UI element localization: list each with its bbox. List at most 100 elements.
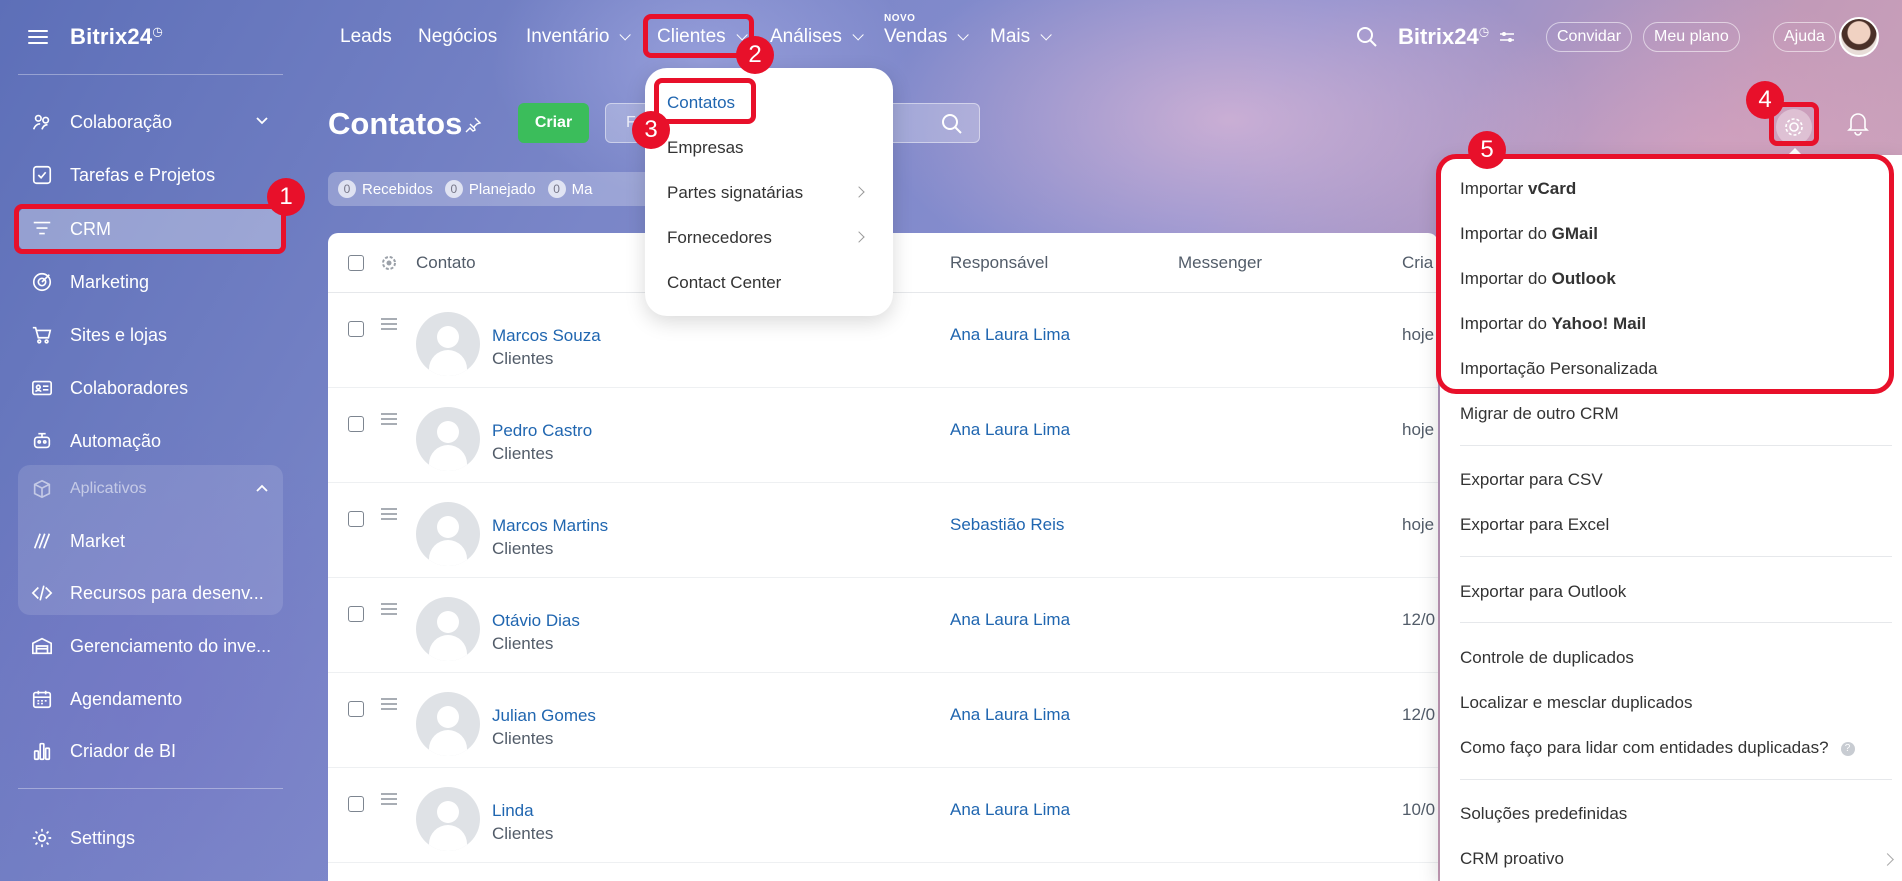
table-row[interactable]: Pedro Castro Clientes Ana Laura Lima hoj… [328,388,1438,483]
sidebar-item-sites[interactable]: Sites e lojas [18,313,283,357]
contact-type: Clientes [492,729,554,748]
contact-name[interactable]: Linda [492,801,534,821]
sidebar-item-tasks[interactable]: Tarefas e Projetos [18,153,283,197]
contact-name[interactable]: Otávio Dias [492,611,580,631]
sidebar-item-label: Criador de BI [70,740,177,761]
sidebar-item-apps[interactable]: Aplicativos [18,467,283,511]
chevron-down-icon[interactable] [255,114,269,128]
annotation-badge-4: 4 [1746,81,1784,119]
menu-item-signatory-parties[interactable]: Partes signatárias [667,183,803,203]
nav-inventory[interactable]: Inventário [526,26,632,48]
sidebar-item-scheduling[interactable]: Agendamento [18,677,283,721]
contact-type: Clientes [492,824,554,843]
menu-item-preset-solutions[interactable]: Soluções predefinidas [1460,804,1627,824]
new-badge: NOVO [884,13,916,24]
responsible-link[interactable]: Ana Laura Lima [950,705,1070,725]
annotation-badge-5: 5 [1468,131,1506,169]
counter-received[interactable]: 0 Recebidos [338,180,433,198]
settings-sliders-icon [1500,32,1515,42]
contact-name[interactable]: Marcos Souza [492,326,601,346]
drag-handle-icon[interactable] [381,413,397,428]
sidebar-item-automation[interactable]: Automação [18,419,283,463]
drag-handle-icon[interactable] [381,318,397,333]
sidebar-item-collaboration[interactable]: Colaboração [18,100,283,144]
search-icon[interactable] [941,113,963,135]
sidebar-item-bi-builder[interactable]: Criador de BI [18,729,283,773]
app-logo[interactable]: Bitrix24◷ [70,24,163,50]
sidebar-item-label: Recursos para desenv... [70,582,264,603]
row-checkbox[interactable] [348,416,364,432]
row-checkbox[interactable] [348,511,364,527]
menu-item-proactive-crm[interactable]: CRM proativo [1460,849,1564,869]
column-contact[interactable]: Contato [416,253,476,273]
contact-type: Clientes [492,634,554,653]
table-row[interactable]: Linda Clientes Ana Laura Lima 10/0 [328,768,1438,863]
responsible-link[interactable]: Ana Laura Lima [950,800,1070,820]
menu-item-export-outlook[interactable]: Exportar para Outlook [1460,582,1626,602]
my-plan-button[interactable]: Meu plano [1643,22,1740,52]
code-icon [30,581,54,605]
brand-logo[interactable]: Bitrix24◷ [1398,24,1515,50]
search-icon[interactable] [1356,26,1378,48]
sidebar-item-market[interactable]: Market [18,519,283,563]
menu-item-duplicates-help[interactable]: Como faço para lidar com entidades dupli… [1460,738,1855,758]
nav-more[interactable]: Mais [990,26,1052,48]
user-avatar[interactable] [1839,17,1879,57]
menu-icon[interactable] [28,29,48,45]
table-row[interactable]: Marcos Martins Clientes Sebastião Reis h… [328,483,1438,578]
menu-item-migrate-crm[interactable]: Migrar de outro CRM [1460,404,1619,424]
bell-icon[interactable] [1846,110,1870,136]
contact-name[interactable]: Pedro Castro [492,421,592,441]
row-checkbox[interactable] [348,796,364,812]
drag-handle-icon[interactable] [381,508,397,523]
nav-analytics[interactable]: Análises [770,26,864,48]
menu-item-duplicate-control[interactable]: Controle de duplicados [1460,648,1634,668]
counter-planned[interactable]: 0 Planejado [444,180,536,198]
contact-name[interactable]: Julian Gomes [492,706,596,726]
select-all-checkbox[interactable] [348,255,364,271]
counter-more[interactable]: 0 Ma [547,180,592,198]
row-checkbox[interactable] [348,606,364,622]
create-button[interactable]: Criar [518,103,589,143]
responsible-link[interactable]: Ana Laura Lima [950,325,1070,345]
drag-handle-icon[interactable] [381,793,397,808]
menu-separator [1460,445,1892,446]
sidebar-item-label: Gerenciamento do inve... [70,635,272,656]
nav-deals[interactable]: Negócios [418,26,497,48]
responsible-link[interactable]: Ana Laura Lima [950,610,1070,630]
column-settings-gear-icon[interactable] [381,255,397,271]
table-row[interactable]: Julian Gomes Clientes Ana Laura Lima 12/… [328,673,1438,768]
invite-button[interactable]: Convidar [1546,22,1633,52]
contact-name[interactable]: Marcos Martins [492,516,608,536]
menu-item-find-merge-duplicates[interactable]: Localizar e mesclar duplicados [1460,693,1692,713]
column-messenger[interactable]: Messenger [1178,253,1262,273]
contact-avatar [416,692,480,756]
pin-icon[interactable] [464,116,482,134]
help-button[interactable]: Ajuda [1773,22,1836,52]
responsible-link[interactable]: Sebastião Reis [950,515,1064,535]
sidebar-item-employees[interactable]: Colaboradores [18,366,283,410]
contact-type: Clientes [492,444,554,463]
sidebar-divider [18,74,283,75]
menu-item-companies[interactable]: Empresas [667,138,744,158]
nav-sales[interactable]: Vendas [884,26,970,48]
sidebar-item-settings[interactable]: Settings [18,816,283,860]
menu-item-suppliers[interactable]: Fornecedores [667,228,772,248]
nav-leads[interactable]: Leads [340,26,392,48]
help-question-icon[interactable]: ? [1840,741,1855,756]
menu-item-contact-center[interactable]: Contact Center [667,273,781,293]
sidebar-item-marketing[interactable]: Marketing [18,260,283,304]
table-row[interactable]: Otávio Dias Clientes Ana Laura Lima 12/0 [328,578,1438,673]
menu-item-export-excel[interactable]: Exportar para Excel [1460,515,1609,535]
menu-item-export-csv[interactable]: Exportar para CSV [1460,470,1603,490]
row-checkbox[interactable] [348,321,364,337]
drag-handle-icon[interactable] [381,603,397,618]
responsible-link[interactable]: Ana Laura Lima [950,420,1070,440]
column-created[interactable]: Cria [1402,253,1433,273]
column-responsible[interactable]: Responsável [950,253,1048,273]
drag-handle-icon[interactable] [381,698,397,713]
row-checkbox[interactable] [348,701,364,717]
sidebar-item-dev-resources[interactable]: Recursos para desenv... [18,571,283,615]
sidebar-item-inventory-management[interactable]: Gerenciamento do inve... [18,624,283,668]
chevron-up-icon[interactable] [255,481,269,495]
